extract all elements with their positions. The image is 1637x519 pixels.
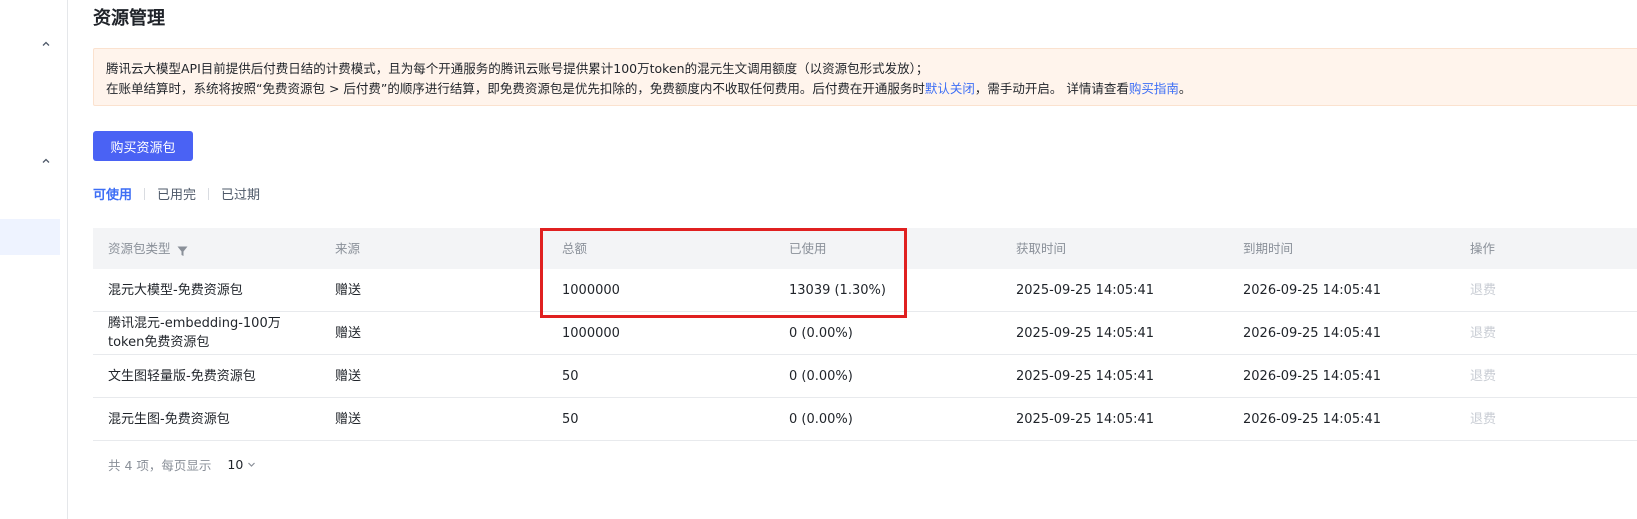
cell-source: 赠送 <box>335 411 362 427</box>
cell-total: 50 <box>562 368 579 384</box>
purchase-guide-link[interactable]: 购买指南 <box>1129 81 1179 96</box>
notice-text: ，需手动开启。 详情请查看 <box>974 81 1129 96</box>
refund-button[interactable]: 退费 <box>1455 410 1555 429</box>
cell-acquired: 2025-09-25 14:05:41 <box>1016 368 1155 384</box>
refund-button[interactable]: 退费 <box>1455 281 1555 300</box>
notice-banner: 腾讯云大模型API目前提供后付费日结的计费模式，且为每个开通服务的腾讯云账号提供… <box>93 48 1637 106</box>
header-type: 资源包类型 <box>93 239 320 258</box>
table-row: 腾讯混元-embedding-100万token免费资源包 赠送 1000000… <box>93 312 1637 355</box>
chevron-up-icon[interactable] <box>40 38 52 50</box>
table-row: 混元生图-免费资源包 赠送 50 0 (0.00%) 2025-09-25 14… <box>93 398 1637 441</box>
refund-button[interactable]: 退费 <box>1455 367 1555 386</box>
header-source: 来源 <box>335 241 361 256</box>
tab-divider <box>208 187 210 200</box>
cell-source: 赠送 <box>335 368 362 384</box>
cell-type: 混元大模型-免费资源包 <box>108 282 243 298</box>
tab-available[interactable]: 可使用 <box>93 184 132 203</box>
cell-expires: 2026-09-25 14:05:41 <box>1243 368 1382 384</box>
header-type-label: 资源包类型 <box>108 241 171 256</box>
header-total: 总额 <box>562 241 588 256</box>
cell-used: 13039 (1.30%) <box>789 282 886 298</box>
header-expires: 到期时间 <box>1243 241 1294 256</box>
cell-total: 1000000 <box>562 282 620 298</box>
main-content: 资源管理 腾讯云大模型API目前提供后付费日结的计费模式，且为每个开通服务的腾讯… <box>93 0 1637 519</box>
cell-type: 腾讯混元-embedding-100万token免费资源包 <box>108 316 281 350</box>
notice-line-1: 腾讯云大模型API目前提供后付费日结的计费模式，且为每个开通服务的腾讯云账号提供… <box>106 61 929 76</box>
cell-type: 文生图轻量版-免费资源包 <box>108 368 256 384</box>
page-title: 资源管理 <box>93 8 165 29</box>
refund-button[interactable]: 退费 <box>1455 324 1555 343</box>
cell-total: 1000000 <box>562 325 620 341</box>
tab-expired[interactable]: 已过期 <box>221 184 260 203</box>
table-row: 文生图轻量版-免费资源包 赠送 50 0 (0.00%) 2025-09-25 … <box>93 355 1637 398</box>
header-acquired: 获取时间 <box>1016 241 1067 256</box>
cell-expires: 2026-09-25 14:05:41 <box>1243 325 1382 341</box>
cell-source: 赠送 <box>335 325 362 341</box>
cell-expires: 2026-09-25 14:05:41 <box>1243 282 1382 298</box>
cell-used: 0 (0.00%) <box>789 368 853 384</box>
cell-acquired: 2025-09-25 14:05:41 <box>1016 411 1155 427</box>
buy-resource-pack-button[interactable]: 购买资源包 <box>93 131 193 161</box>
header-action: 操作 <box>1470 241 1496 256</box>
default-off-link[interactable]: 默认关闭 <box>925 81 975 96</box>
pagination-summary: 共 4 项，每页显示 <box>108 458 212 473</box>
page-size-select[interactable]: 10 <box>227 457 256 472</box>
tab-used-up[interactable]: 已用完 <box>157 184 196 203</box>
notice-line-2: 在账单结算时，系统将按照“免费资源包 > 后付费”的顺序进行结算，即免费资源包是… <box>106 79 1637 99</box>
chevron-down-icon <box>243 457 256 472</box>
table-row: 混元大模型-免费资源包 赠送 1000000 13039 (1.30%) 202… <box>93 269 1637 312</box>
tab-divider <box>144 187 146 200</box>
cell-source: 赠送 <box>335 282 362 298</box>
resource-pack-table: 资源包类型 来源 总额 已使用 获取时间 到期时间 操作 混元大模型-免费资源包… <box>93 228 1637 441</box>
filter-icon[interactable] <box>177 243 188 256</box>
notice-text: 。 <box>1178 81 1192 96</box>
pagination: 共 4 项，每页显示 10 <box>108 455 256 474</box>
sidebar-item-active[interactable] <box>0 219 60 255</box>
cell-acquired: 2025-09-25 14:05:41 <box>1016 325 1155 341</box>
sidebar <box>0 0 68 519</box>
cell-type: 混元生图-免费资源包 <box>108 411 230 427</box>
chevron-up-icon[interactable] <box>40 155 52 167</box>
page-size-value: 10 <box>227 457 244 472</box>
table-header: 资源包类型 来源 总额 已使用 获取时间 到期时间 操作 <box>93 228 1637 269</box>
cell-total: 50 <box>562 411 579 427</box>
status-tabs: 可使用 已用完 已过期 <box>93 184 260 203</box>
cell-acquired: 2025-09-25 14:05:41 <box>1016 282 1155 298</box>
cell-used: 0 (0.00%) <box>789 411 853 427</box>
cell-used: 0 (0.00%) <box>789 325 853 341</box>
header-used: 已使用 <box>789 241 827 256</box>
cell-expires: 2026-09-25 14:05:41 <box>1243 411 1382 427</box>
notice-text: 在账单结算时，系统将按照“免费资源包 > 后付费”的顺序进行结算，即免费资源包是… <box>106 81 925 96</box>
